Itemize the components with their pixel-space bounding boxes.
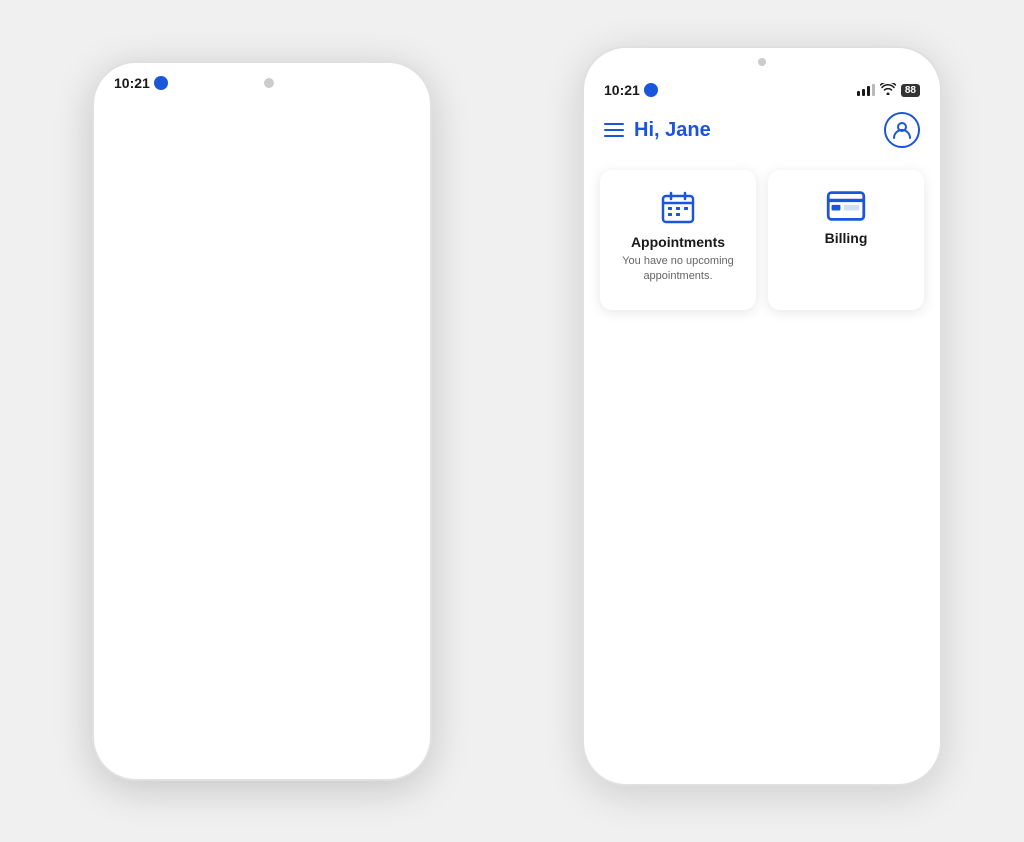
battery-icon: 88 bbox=[901, 84, 920, 97]
right-camera-dot bbox=[758, 58, 766, 66]
right-header: Hi, Jane bbox=[584, 104, 940, 160]
left-time: 10:21 bbox=[114, 75, 168, 91]
billing-card-icon bbox=[826, 190, 866, 222]
appointments-calendar-icon bbox=[660, 190, 696, 226]
right-header-left: Hi, Jane bbox=[604, 119, 711, 142]
overlay-appointments-card: Appointments You have no upcoming appoin… bbox=[273, 63, 412, 123]
left-phone: 10:21 bbox=[92, 61, 432, 781]
overlay-billing-card: Billing bbox=[273, 153, 412, 245]
right-hamburger-button[interactable] bbox=[604, 123, 624, 137]
right-phone: 10:21 bbox=[582, 46, 942, 786]
cards-grid: Appointments You have no upcoming appoin… bbox=[584, 160, 940, 320]
right-user-avatar[interactable] bbox=[884, 112, 920, 148]
overlay-billing-icon bbox=[325, 171, 361, 199]
right-status-icons: 88 bbox=[857, 83, 920, 98]
billing-card-title: Billing bbox=[825, 230, 868, 246]
appointments-card-title: Appointments bbox=[631, 234, 725, 250]
right-status-bar: 10:21 bbox=[584, 68, 940, 104]
right-location-icon bbox=[644, 83, 658, 97]
greeting-text: Hi, Jane bbox=[634, 119, 711, 142]
billing-card[interactable]: Billing bbox=[768, 170, 924, 310]
signal-icon bbox=[857, 84, 875, 96]
appointments-card-subtitle: You have no upcoming appointments. bbox=[612, 254, 744, 285]
overlay-appointments-sub: You have no upcoming appointments. bbox=[285, 79, 400, 105]
right-camera-area bbox=[584, 48, 940, 66]
location-dot bbox=[154, 76, 168, 90]
overlay-billing-title: Billing bbox=[285, 212, 400, 227]
wifi-icon bbox=[880, 83, 896, 98]
right-time: 10:21 bbox=[604, 82, 658, 98]
overlay-appointments-title: Appointments bbox=[285, 63, 400, 76]
appointments-card[interactable]: Appointments You have no upcoming appoin… bbox=[600, 170, 756, 310]
